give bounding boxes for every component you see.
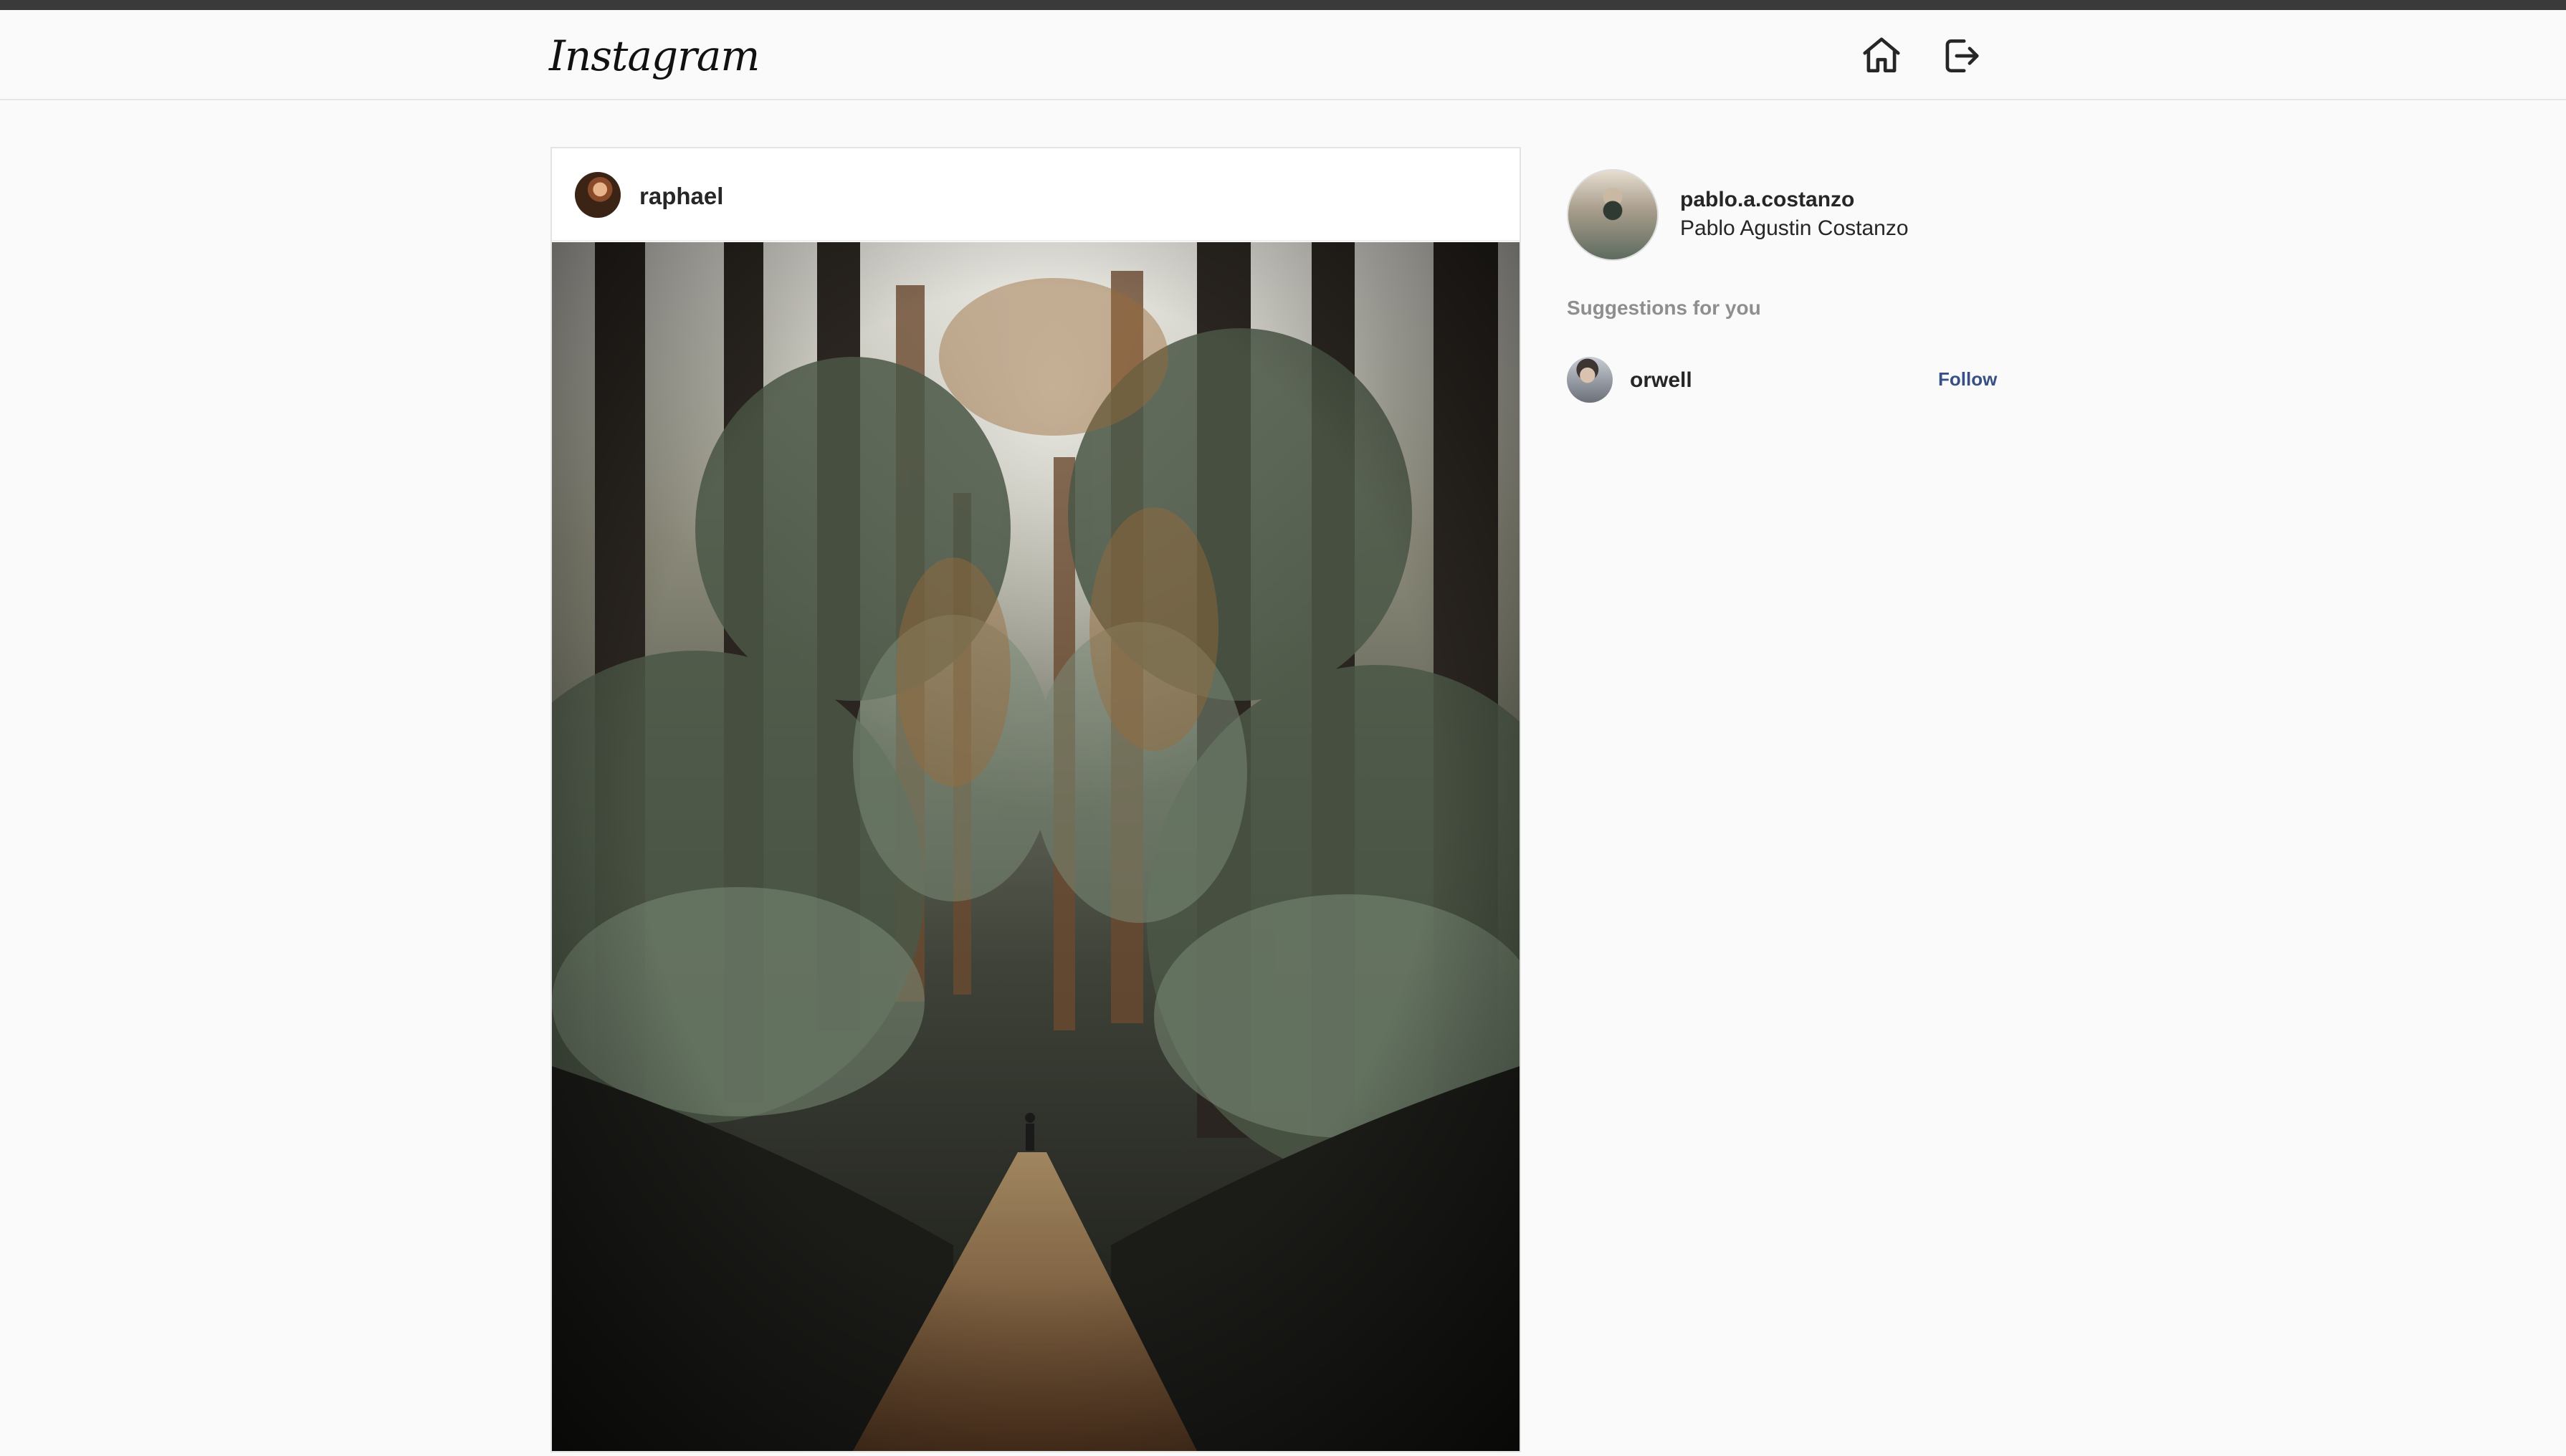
post-image[interactable] (552, 242, 1520, 1451)
suggestion-username[interactable]: orwell (1630, 368, 1692, 393)
post-card: raphael (550, 147, 1521, 1452)
current-user-username[interactable]: pablo.a.costanzo (1680, 188, 1854, 212)
window-top-bar (0, 0, 2566, 10)
suggestions-title: Suggestions for you (1567, 297, 1761, 319)
app-header: Instagram (0, 10, 2566, 100)
sidebar: pablo.a.costanzo Pablo Agustin Costanzo … (1567, 169, 1997, 599)
current-user-avatar[interactable] (1567, 169, 1659, 261)
post-header: raphael (552, 148, 1520, 241)
follow-button[interactable]: Follow (1938, 368, 1997, 391)
post-author-username[interactable]: raphael (639, 183, 723, 210)
home-icon[interactable] (1859, 34, 1904, 78)
current-user-fullname: Pablo Agustin Costanzo (1680, 216, 1909, 240)
post-author-avatar[interactable] (575, 172, 621, 218)
instagram-logo[interactable]: Instagram (549, 32, 760, 80)
suggestion-avatar[interactable] (1567, 357, 1613, 403)
logout-icon[interactable] (1938, 34, 1983, 78)
